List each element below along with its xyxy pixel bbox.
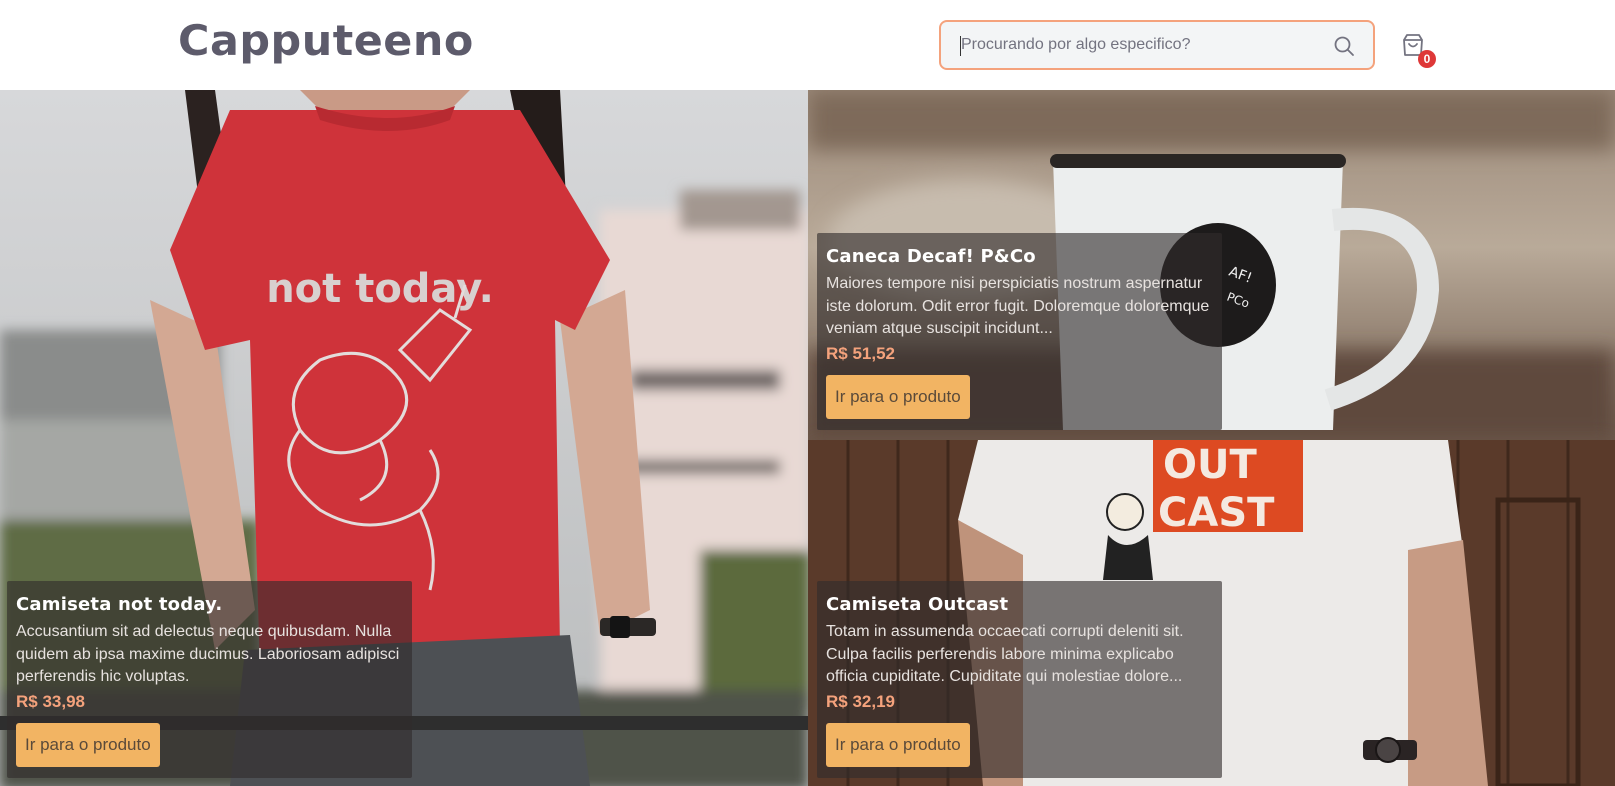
product-price: R$ 33,98 <box>16 692 85 711</box>
cart-button[interactable]: 0 <box>1400 32 1436 68</box>
logo[interactable]: Capputeeno <box>178 16 474 65</box>
product-description: Totam in assumenda occaecati corrupti de… <box>826 623 1184 685</box>
site-header: Capputeeno Procurando por algo especific… <box>0 0 1615 90</box>
product-tile[interactable]: not today. Camiseta not today. Accusanti… <box>0 90 808 786</box>
search-input[interactable]: Procurando por algo especifico? <box>961 36 1190 54</box>
go-to-product-button[interactable]: Ir para o produto <box>826 723 970 767</box>
product-name[interactable]: Camiseta Outcast <box>826 593 1213 617</box>
product-description: Maiores tempore nisi perspiciatis nostru… <box>826 275 1210 337</box>
search-bar[interactable]: Procurando por algo especifico? <box>939 20 1375 70</box>
product-name[interactable]: Camiseta not today. <box>16 593 403 617</box>
cart-count-badge: 0 <box>1418 50 1436 68</box>
search-icon[interactable] <box>1332 34 1356 58</box>
product-card: Camiseta Outcast Totam in assumenda occa… <box>817 581 1222 778</box>
product-tile[interactable]: OUT CAST Camiseta Outcast Totam in assum… <box>808 440 1615 786</box>
go-to-product-button[interactable]: Ir para o produto <box>826 375 970 419</box>
shirt-print-text: OUT <box>1163 442 1257 488</box>
product-card: Caneca Decaf! P&Co Maiores tempore nisi … <box>817 233 1222 430</box>
product-price: R$ 51,52 <box>826 344 895 363</box>
product-card: Camiseta not today. Accusantium sit ad d… <box>7 581 412 778</box>
product-tile[interactable]: AF! PCo Caneca Decaf! P&Co Maiores tempo… <box>808 90 1615 440</box>
go-to-product-button[interactable]: Ir para o produto <box>16 723 160 767</box>
product-description: Accusantium sit ad delectus neque quibus… <box>16 623 400 685</box>
product-name[interactable]: Caneca Decaf! P&Co <box>826 245 1213 269</box>
product-price: R$ 32,19 <box>826 692 895 711</box>
shirt-print-text: CAST <box>1158 490 1275 536</box>
